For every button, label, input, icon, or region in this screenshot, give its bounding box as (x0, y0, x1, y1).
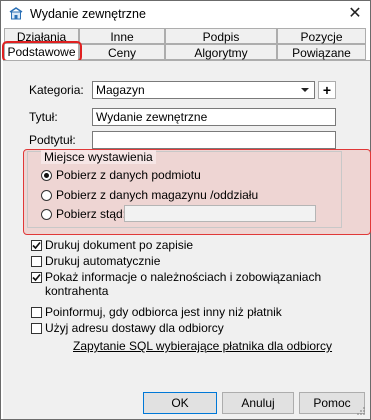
checkbox-adres-dostawy-label[interactable]: Użyj adresu dostawy dla odbiorcy (45, 321, 224, 335)
chevron-down-icon (298, 82, 312, 98)
window-title: Wydanie zewnętrzne (30, 7, 146, 21)
group-title: Miejsce wystawienia (41, 150, 156, 164)
checkbox-drukuj-automatycznie[interactable] (31, 256, 42, 267)
tytul-field[interactable]: Wydanie zewnętrzne (92, 108, 336, 126)
active-tab-highlight (2, 41, 82, 62)
checkbox-drukuj-automatycznie-label[interactable]: Drukuj automatycznie (45, 254, 160, 268)
checkbox-drukuj-po-zapisie-label[interactable]: Drukuj dokument po zapisie (45, 238, 193, 252)
checkbox-poinformuj-label[interactable]: Poinformuj, gdy odbiorca jest inny niż p… (45, 305, 282, 319)
sql-link[interactable]: Zapytanie SQL wybierające płatnika dla o… (73, 339, 332, 353)
stad-field[interactable] (124, 205, 316, 222)
ok-button[interactable]: OK (143, 392, 217, 414)
radio-magazyn-label[interactable]: Pobierz z danych magazynu /oddziału (56, 188, 258, 202)
podtytul-label: Podtytuł: (29, 133, 76, 147)
tab-pozycje[interactable]: Pozycje (277, 28, 366, 44)
kategoria-label: Kategoria: (29, 83, 84, 97)
tytul-label: Tytuł: (29, 110, 58, 124)
checkbox-pokaz-informacje-label[interactable]: Pokaż informacje o należnościach i zobow… (45, 270, 370, 298)
cancel-button[interactable]: Anuluj (222, 392, 294, 414)
app-icon (9, 7, 23, 21)
checkbox-pokaz-informacje[interactable] (31, 272, 42, 283)
radio-stad[interactable] (41, 209, 52, 220)
add-kategoria-button[interactable]: + (318, 81, 336, 99)
tab-ceny[interactable]: Ceny (79, 44, 165, 60)
checkbox-adres-dostawy[interactable] (31, 323, 42, 334)
radio-podmiot-label[interactable]: Pobierz z danych podmiotu (56, 168, 201, 182)
radio-podmiot[interactable] (41, 170, 52, 181)
tab-powiazane[interactable]: Powiązane (277, 44, 366, 60)
podtytul-field[interactable] (92, 131, 336, 149)
dialog-window: Wydanie zewnętrzne ✕ Działania Inne Podp… (0, 0, 371, 420)
radio-stad-label[interactable]: Pobierz stąd: (56, 207, 126, 221)
resize-grip-icon[interactable] (356, 405, 366, 415)
tab-algorytmy[interactable]: Algorytmy (165, 44, 277, 60)
tab-inne[interactable]: Inne (79, 28, 165, 44)
radio-magazyn[interactable] (41, 190, 52, 201)
checkbox-drukuj-po-zapisie[interactable] (31, 240, 42, 251)
title-bar[interactable]: Wydanie zewnętrzne ✕ (1, 1, 370, 27)
kategoria-value: Magazyn (96, 83, 145, 97)
kategoria-select[interactable]: Magazyn (92, 81, 315, 99)
close-icon[interactable]: ✕ (340, 1, 370, 27)
checkbox-poinformuj[interactable] (31, 307, 42, 318)
tab-podpis-elektroniczny[interactable]: Podpis elektroniczny (165, 28, 277, 60)
